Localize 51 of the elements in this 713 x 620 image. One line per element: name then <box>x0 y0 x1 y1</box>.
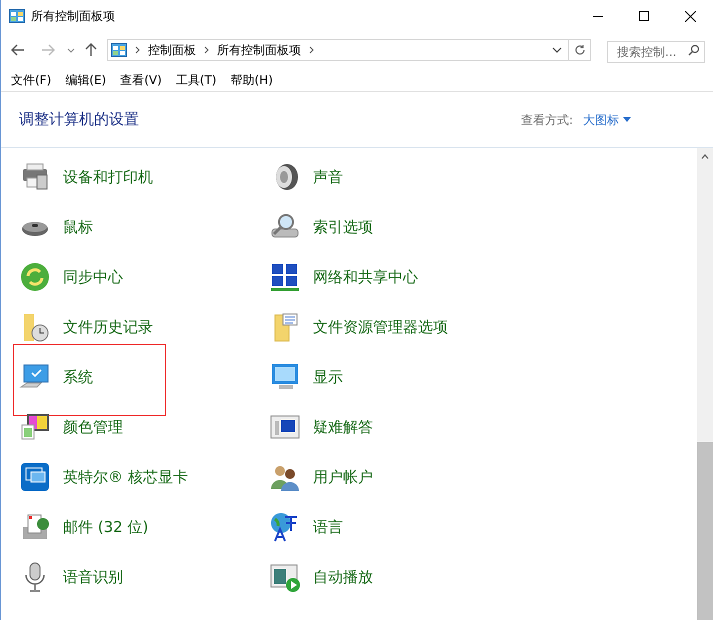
control-panel-link[interactable]: 网络和共享中心 <box>313 266 418 288</box>
control-panel-link[interactable]: 用户帐户 <box>313 466 373 488</box>
control-panel-link[interactable]: 设备和打印机 <box>63 166 153 188</box>
search-icon <box>688 44 700 56</box>
maximize-icon <box>639 11 649 21</box>
control-panel-link[interactable]: 语言 <box>313 516 343 538</box>
control-panel-link[interactable]: 邮件 (32 位) <box>63 516 148 538</box>
control-panel-link[interactable]: 索引选项 <box>313 216 373 238</box>
back-arrow-icon[interactable] <box>11 44 25 56</box>
window-title: 所有控制面板项 <box>31 8 115 25</box>
scrollbar-thumb[interactable] <box>697 442 713 620</box>
control-panel-icon <box>9 9 25 23</box>
control-panel-link[interactable]: 系统 <box>63 366 93 388</box>
sync-icon <box>19 261 51 293</box>
control-panel-link[interactable]: 颜色管理 <box>63 416 123 438</box>
menu-item[interactable]: 查看(V) <box>120 70 162 88</box>
control-panel-link[interactable]: 显示 <box>313 366 343 388</box>
control-panel-link[interactable]: 文件资源管理器选项 <box>313 316 448 338</box>
control-panel-link[interactable]: 文件历史记录 <box>63 316 153 338</box>
control-panel-link[interactable]: 同步中心 <box>63 266 123 288</box>
scroll-up-icon[interactable] <box>701 154 709 159</box>
menu-item[interactable]: 帮助(H) <box>230 70 273 88</box>
refresh-icon <box>574 44 586 56</box>
chevron-icon <box>204 46 209 54</box>
menu-item[interactable]: 工具(T) <box>176 70 216 88</box>
control-panel-link[interactable]: 语音识别 <box>63 566 123 588</box>
caret-icon <box>623 117 631 122</box>
dropdown-caret-icon[interactable] <box>552 47 562 53</box>
network-icon <box>269 261 301 293</box>
close-icon <box>684 10 696 22</box>
scrollbar[interactable] <box>697 148 713 620</box>
control-panel-link[interactable]: 自动播放 <box>313 566 373 588</box>
menu-item[interactable]: 文件(F) <box>11 70 52 88</box>
control-panel-link[interactable]: 疑难解答 <box>313 416 373 438</box>
control-panel-link[interactable]: 鼠标 <box>63 216 93 238</box>
refresh-button[interactable] <box>569 39 591 61</box>
page-heading: 调整计算机的设置 <box>19 109 139 130</box>
menu-item[interactable]: 编辑(E) <box>65 70 106 88</box>
control-panel-link[interactable]: 英特尔® 核芯显卡 <box>63 466 188 488</box>
breadcrumb[interactable]: 控制面板 <box>148 41 196 59</box>
view-by-label: 查看方式: <box>520 112 573 128</box>
control-panel-icon <box>111 43 127 57</box>
chevron-icon <box>135 46 140 54</box>
search-field[interactable]: 搜索控制... <box>607 41 705 63</box>
control-panel-link[interactable]: 声音 <box>313 166 343 188</box>
chevron-icon <box>309 46 314 54</box>
chip-icon <box>19 461 51 493</box>
up-arrow-icon[interactable] <box>85 43 97 57</box>
address-bar[interactable]: 控制面板 所有控制面板项 <box>107 39 569 61</box>
breadcrumb[interactable]: 所有控制面板项 <box>217 41 301 59</box>
view-by-dropdown[interactable]: 大图标 <box>583 110 631 128</box>
